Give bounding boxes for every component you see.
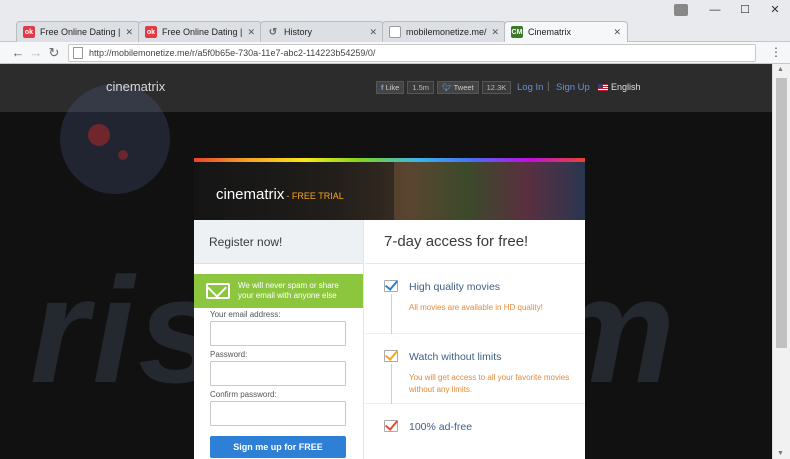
twitter-tweet[interactable]: 🐦︎ Tweet 12.3K: [437, 81, 512, 94]
browser-menu-icon[interactable]: ⋮: [770, 45, 782, 59]
back-icon[interactable]: ←: [10, 45, 26, 61]
address-bar[interactable]: http://mobilemonetize.me/r/a5f0b65e-730a…: [68, 44, 756, 62]
feature-item: 100% ad-free: [365, 404, 585, 459]
email-label: Your email address:: [210, 310, 281, 319]
free-trial-label: - FREE TRIAL: [286, 191, 344, 201]
okcupid-icon: ok: [23, 26, 35, 38]
tab-title: Cinematrix: [528, 27, 572, 37]
tab-title: Free Online Dating | OkC: [40, 27, 121, 37]
signup-link[interactable]: Sign Up: [556, 82, 590, 93]
feature-line: [391, 294, 392, 334]
password-label: Password:: [210, 350, 248, 359]
benefits-panel: 7-day access for free! High quality movi…: [365, 220, 585, 459]
facebook-icon: f: [381, 83, 384, 92]
scroll-down-icon[interactable]: ▼: [777, 450, 784, 457]
page-scrollbar[interactable]: ▲ ▼: [772, 64, 790, 459]
history-icon: ↺: [268, 26, 278, 38]
scrollbar-thumb[interactable]: [776, 78, 787, 348]
tab-okcupid-1[interactable]: ok Free Online Dating | OkC ✕: [16, 21, 140, 42]
envelope-icon: [206, 283, 230, 299]
window-controls: — ☐ ✕: [700, 0, 790, 20]
url-text: http://mobilemonetize.me/r/a5f0b65e-730a…: [89, 48, 376, 58]
signup-button[interactable]: Sign me up for FREE: [210, 436, 346, 458]
tab-history[interactable]: ↺ History ✕: [260, 21, 384, 42]
twitter-icon: 🐦︎: [442, 83, 452, 92]
tab-close-icon[interactable]: ✕: [613, 27, 621, 38]
feature-title: 100% ad-free: [409, 421, 473, 433]
tab-close-icon[interactable]: ✕: [125, 27, 133, 38]
feature-desc: All movies are available in HD quality!: [409, 303, 543, 312]
page-icon: [389, 26, 401, 38]
language-label: English: [611, 82, 641, 92]
feature-desc: You will get access to all your favorite…: [409, 373, 570, 394]
login-link[interactable]: Log In: [517, 82, 543, 93]
no-spam-text: We will never spam or share your email w…: [238, 281, 339, 300]
us-flag-icon: [598, 83, 608, 91]
watermark-magnifier-icon: [60, 84, 170, 194]
register-form: Register now! We will never spam or shar…: [194, 220, 364, 459]
site-logo[interactable]: cinematrix: [106, 79, 165, 94]
tab-title: Free Online Dating | OkC: [162, 27, 243, 37]
register-heading: Register now!: [194, 220, 363, 264]
header-separator: |: [547, 81, 550, 92]
brand-name: cinematrix: [216, 186, 285, 203]
feature-line: [391, 364, 392, 404]
scroll-up-icon[interactable]: ▲: [777, 66, 784, 73]
signup-modal: cinematrix - FREE TRIAL Register now! We …: [194, 158, 585, 459]
no-spam-notice: We will never spam or share your email w…: [194, 274, 363, 308]
tweet-button[interactable]: 🐦︎ Tweet: [437, 81, 479, 94]
reload-icon[interactable]: ↻: [46, 45, 62, 61]
tab-strip: ok Free Online Dating | OkC ✕ ok Free On…: [0, 0, 790, 42]
forward-icon[interactable]: →: [28, 45, 44, 61]
access-heading: 7-day access for free!: [365, 220, 585, 264]
tab-close-icon[interactable]: ✕: [247, 27, 255, 38]
feature-item: High quality movies All movies are avail…: [365, 264, 585, 334]
tab-okcupid-2[interactable]: ok Free Online Dating | OkC ✕: [138, 21, 262, 42]
facebook-like-count: 1.5m: [407, 81, 435, 94]
language-selector[interactable]: English: [598, 82, 641, 92]
modal-brand: cinematrix - FREE TRIAL: [216, 186, 344, 203]
tab-title: History: [284, 27, 313, 37]
watermark-dot: [88, 124, 110, 146]
profile-icon[interactable]: [674, 4, 688, 16]
okcupid-icon: ok: [145, 26, 157, 38]
tab-close-icon[interactable]: ✕: [491, 27, 499, 38]
feature-title: Watch without limits: [409, 351, 502, 363]
password-field[interactable]: [210, 361, 346, 386]
check-icon: [384, 350, 398, 362]
check-icon: [384, 420, 398, 432]
watermark-dot: [118, 150, 128, 160]
confirm-password-field[interactable]: [210, 401, 346, 426]
tab-cinematrix[interactable]: CM Cinematrix ✕: [504, 21, 628, 42]
minimize-icon[interactable]: —: [700, 0, 730, 20]
cinematrix-icon: CM: [511, 26, 523, 38]
maximize-icon[interactable]: ☐: [730, 0, 760, 20]
feature-title: High quality movies: [409, 281, 501, 293]
page-info-icon[interactable]: [73, 47, 83, 59]
feature-item: Watch without limits You will get access…: [365, 334, 585, 404]
tweet-count: 12.3K: [481, 81, 512, 94]
page-viewport: cinematrix f Like 1.5m 🐦︎ Tweet 12.3K Lo…: [0, 64, 772, 459]
tab-title: mobilemonetize.me/r/a5: [406, 27, 487, 37]
tab-close-icon[interactable]: ✕: [369, 27, 377, 38]
confirm-password-label: Confirm password:: [210, 390, 277, 399]
browser-toolbar: ← → ↻ http://mobilemonetize.me/r/a5f0b65…: [0, 42, 790, 64]
facebook-like-button[interactable]: f Like: [376, 81, 405, 94]
tab-mobilemonetize[interactable]: mobilemonetize.me/r/a5 ✕: [382, 21, 506, 42]
email-field[interactable]: [210, 321, 346, 346]
facebook-like[interactable]: f Like 1.5m: [376, 81, 435, 94]
movie-banner: cinematrix - FREE TRIAL: [194, 162, 585, 220]
site-header: cinematrix f Like 1.5m 🐦︎ Tweet 12.3K Lo…: [0, 64, 772, 194]
close-window-icon[interactable]: ✕: [760, 0, 790, 20]
check-icon: [384, 280, 398, 292]
